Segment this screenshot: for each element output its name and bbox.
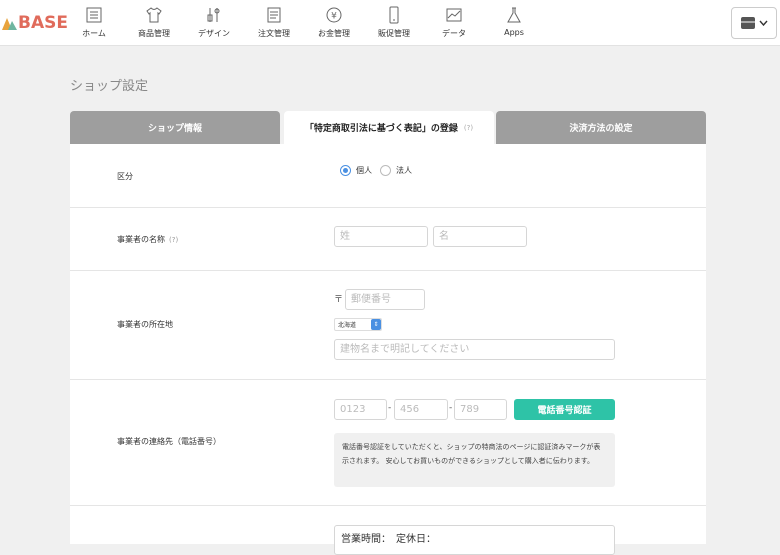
- nav-item-data[interactable]: データ: [424, 0, 484, 46]
- tab-label: 「特定商取引法に基づく表記」の登録: [304, 124, 458, 134]
- phone-separator: -: [388, 403, 392, 413]
- logo-text: BASE: [18, 13, 68, 33]
- phone-verification-notice: 電話番号認証をしていただくと、ショップの特商法のページに認証済みマークが表示され…: [334, 433, 615, 487]
- nav-label: Apps: [504, 28, 524, 37]
- phone-label: 事業者の連絡先（電話番号）: [117, 437, 221, 446]
- address-label: 事業者の所在地: [117, 320, 173, 329]
- form-panel: 区分 個人 法人 事業者の名称 (?) 姓 名 事業者の所在地 〒 郵便番号 北海…: [70, 144, 706, 555]
- brush-icon: [207, 8, 220, 22]
- logo-mark-icon: [2, 18, 17, 30]
- phone-part3-input[interactable]: 789: [454, 399, 507, 420]
- phone-separator: -: [449, 403, 453, 413]
- help-icon[interactable]: (?): [464, 124, 473, 132]
- phone-part2-input[interactable]: 456: [394, 399, 448, 420]
- nav-item-products[interactable]: 商品管理: [124, 0, 184, 46]
- shirt-icon: [146, 7, 162, 23]
- business-hours-textarea[interactable]: 営業時間： 定休日：: [334, 525, 615, 555]
- document-icon: [267, 7, 281, 23]
- svg-text:¥: ¥: [331, 12, 337, 22]
- form-row-category: 区分 個人 法人: [70, 144, 706, 208]
- building-input[interactable]: 建物名まで明記してください: [334, 339, 615, 360]
- tab-tokushoho[interactable]: 「特定商取引法に基づく表記」の登録 (?): [284, 111, 494, 144]
- nav-item-money[interactable]: ¥ お金管理: [304, 0, 364, 46]
- radio-corporation[interactable]: 法人: [380, 165, 412, 176]
- prefecture-value: 北海道: [338, 322, 357, 329]
- base-logo[interactable]: BASE: [2, 12, 68, 34]
- shop-menu-button[interactable]: [731, 7, 777, 39]
- nav-label: 販促管理: [378, 29, 410, 38]
- verify-phone-button[interactable]: 電話番号認証: [514, 399, 615, 420]
- chevron-down-icon: [759, 20, 768, 26]
- tab-label: ショップ情報: [147, 124, 202, 134]
- radio-indicator: [380, 165, 391, 176]
- postal-code-input[interactable]: 郵便番号: [345, 289, 425, 310]
- radio-indicator: [340, 165, 351, 176]
- category-label: 区分: [117, 172, 133, 181]
- radio-label: 個人: [356, 166, 372, 175]
- form-row-hours: 営業時間： 定休日：: [70, 506, 706, 555]
- form-row-name: 事業者の名称 (?) 姓 名: [70, 208, 706, 271]
- first-name-input[interactable]: 名: [433, 226, 527, 247]
- nav-label: お金管理: [318, 29, 350, 38]
- radio-individual[interactable]: 個人: [340, 165, 372, 176]
- form-row-phone: 事業者の連絡先（電話番号） 0123 - 456 - 789 電話番号認証 電話…: [70, 380, 706, 506]
- nav-item-home[interactable]: ホーム: [64, 0, 124, 46]
- form-row-address: 事業者の所在地 〒 郵便番号 北海道 ⇕ 建物名まで明記してください: [70, 271, 706, 380]
- name-label-text: 事業者の名称: [117, 235, 165, 244]
- tab-payment-methods[interactable]: 決済方法の設定: [496, 111, 706, 144]
- nav-label: 注文管理: [258, 29, 290, 38]
- page-title: ショップ設定: [70, 79, 149, 94]
- postal-mark: 〒: [334, 295, 344, 305]
- name-label: 事業者の名称 (?): [117, 234, 178, 245]
- tab-shop-info[interactable]: ショップ情報: [70, 111, 280, 144]
- nav-label: データ: [442, 29, 466, 38]
- store-icon: [741, 17, 755, 29]
- home-icon: [86, 7, 102, 23]
- nav-label: 商品管理: [138, 29, 170, 38]
- top-navigation-bar: BASE ホーム 商品管理 デザイン 注文管理 ¥ お金管理 販促管理 データ …: [0, 0, 780, 46]
- select-arrows-icon: ⇕: [371, 319, 381, 330]
- nav-item-design[interactable]: デザイン: [184, 0, 244, 46]
- yen-icon: ¥: [326, 7, 342, 23]
- radio-label: 法人: [396, 166, 412, 175]
- phone-part1-input[interactable]: 0123: [334, 399, 387, 420]
- nav-item-promotion[interactable]: 販促管理: [364, 0, 424, 46]
- nav-item-apps[interactable]: Apps: [484, 0, 544, 46]
- flask-icon: [507, 7, 521, 23]
- nav-label: デザイン: [198, 29, 230, 38]
- main-nav: ホーム 商品管理 デザイン 注文管理 ¥ お金管理 販促管理 データ Apps: [64, 0, 544, 46]
- phone-icon: [389, 6, 399, 24]
- settings-tabs: ショップ情報 「特定商取引法に基づく表記」の登録 (?) 決済方法の設定: [70, 111, 706, 144]
- nav-item-orders[interactable]: 注文管理: [244, 0, 304, 46]
- tab-label: 決済方法の設定: [569, 124, 633, 134]
- nav-label: ホーム: [82, 29, 106, 38]
- last-name-input[interactable]: 姓: [334, 226, 428, 247]
- prefecture-select[interactable]: 北海道 ⇕: [334, 318, 382, 331]
- help-icon[interactable]: (?): [169, 236, 178, 244]
- chart-icon: [446, 8, 462, 22]
